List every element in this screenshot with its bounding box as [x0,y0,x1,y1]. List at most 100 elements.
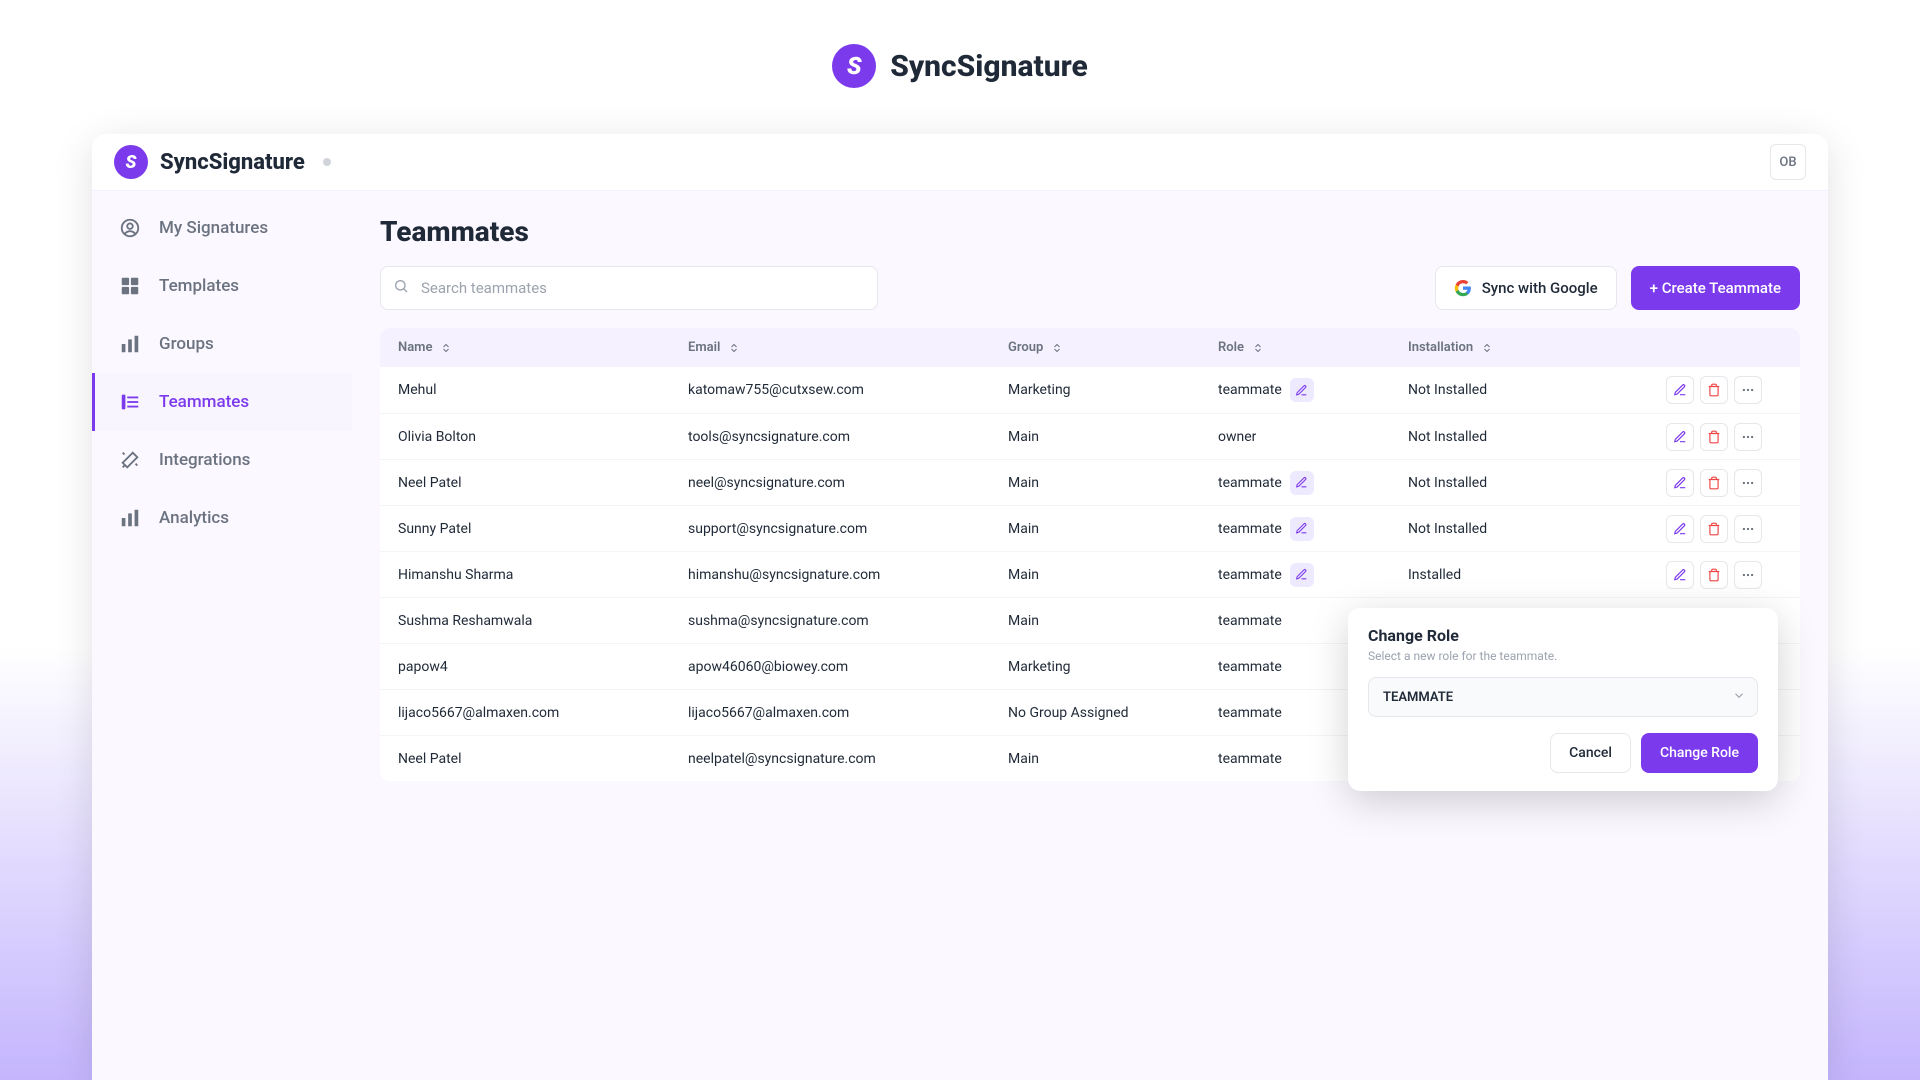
sort-icon [1481,342,1493,354]
column-header-email[interactable]: Email [670,340,990,355]
sidebar-item-integrations[interactable]: Integrations [92,431,352,489]
sync-google-button[interactable]: Sync with Google [1435,266,1617,310]
cell-group: Main [990,475,1200,491]
delete-button[interactable] [1700,469,1728,497]
delete-button[interactable] [1700,376,1728,404]
cell-actions [1610,423,1800,451]
delete-button[interactable] [1700,561,1728,589]
sidebar-item-label: Groups [159,334,214,354]
sync-google-label: Sync with Google [1482,279,1598,297]
cell-role: teammate [1200,563,1390,587]
sidebar-item-groups[interactable]: Groups [92,315,352,373]
cell-name: Himanshu Sharma [380,567,670,583]
cell-name: Neel Patel [380,475,670,491]
table-row: Mehulkatomaw755@cutxsew.comMarketingteam… [380,367,1800,413]
create-teammate-label: + Create Teammate [1650,279,1781,297]
google-icon [1454,279,1472,297]
list-icon [119,391,141,413]
page-title: Teammates [380,215,1800,248]
cell-email: lijaco5667@almaxen.com [670,705,990,721]
sidebar-item-label: Teammates [159,392,249,412]
sidebar-item-label: Templates [159,276,239,296]
sidebar-item-analytics[interactable]: Analytics [92,489,352,547]
edit-button[interactable] [1666,515,1694,543]
outer-brand-text: SyncSignature [890,49,1088,84]
edit-button[interactable] [1666,376,1694,404]
cell-email: neel@syncsignature.com [670,475,990,491]
app-window: S SyncSignature OB My Signatures Templat… [92,134,1828,1080]
popover-subtitle: Select a new role for the teammate. [1368,649,1758,663]
search-icon [393,278,409,298]
cell-role: teammate [1200,378,1390,402]
edit-role-button[interactable] [1290,471,1314,495]
cell-name: Neel Patel [380,751,670,767]
cell-role: owner [1200,429,1390,445]
sort-icon [728,342,740,354]
cell-actions [1610,469,1800,497]
more-button[interactable] [1734,515,1762,543]
cancel-button[interactable]: Cancel [1550,733,1631,773]
user-avatar[interactable]: OB [1770,144,1806,180]
cell-email: katomaw755@cutxsew.com [670,382,990,398]
edit-role-button[interactable] [1290,378,1314,402]
cell-email: himanshu@syncsignature.com [670,567,990,583]
search-input[interactable] [380,266,878,310]
column-header-group[interactable]: Group [990,340,1200,355]
cell-name: Sunny Patel [380,521,670,537]
cell-group: Main [990,567,1200,583]
more-button[interactable] [1734,423,1762,451]
cell-actions [1610,515,1800,543]
table-row: Neel Patelneel@syncsignature.comMainteam… [380,459,1800,505]
sort-icon [440,342,452,354]
delete-button[interactable] [1700,423,1728,451]
edit-button[interactable] [1666,469,1694,497]
cell-name: Sushma Reshamwala [380,613,670,629]
delete-button[interactable] [1700,515,1728,543]
cell-group: Main [990,751,1200,767]
cell-name: Mehul [380,382,670,398]
table-row: Sunny Patelsupport@syncsignature.comMain… [380,505,1800,551]
cell-installation: Installed [1390,567,1610,583]
app-brand-text: SyncSignature [160,150,305,175]
sidebar-item-my-signatures[interactable]: My Signatures [92,199,352,257]
cell-name: papow4 [380,659,670,675]
logo-icon: S [832,44,876,88]
titlebar: S SyncSignature OB [92,134,1828,191]
table-row: Himanshu Sharmahimanshu@syncsignature.co… [380,551,1800,597]
more-button[interactable] [1734,469,1762,497]
cell-email: neelpatel@syncsignature.com [670,751,990,767]
bar-chart-icon [119,507,141,529]
role-select[interactable]: TEAMMATE [1368,677,1758,717]
cell-group: Main [990,521,1200,537]
more-button[interactable] [1734,376,1762,404]
sidebar-item-teammates[interactable]: Teammates [92,373,352,431]
column-header-name[interactable]: Name [380,340,670,355]
table-header: Name Email Group Role [380,328,1800,367]
toolbar: Sync with Google + Create Teammate [380,266,1800,310]
confirm-change-role-button[interactable]: Change Role [1641,733,1758,773]
column-header-role[interactable]: Role [1200,340,1390,355]
grid-icon [119,275,141,297]
edit-button[interactable] [1666,423,1694,451]
create-teammate-button[interactable]: + Create Teammate [1631,266,1800,310]
bar-chart-icon [119,333,141,355]
cell-actions [1610,376,1800,404]
column-header-installation[interactable]: Installation [1390,340,1610,355]
sidebar: My Signatures Templates Groups Teammates [92,191,352,1080]
edit-role-button[interactable] [1290,563,1314,587]
cell-email: support@syncsignature.com [670,521,990,537]
magic-wand-icon [119,449,141,471]
teammates-table: Name Email Group Role [380,328,1800,781]
logo-icon: S [114,145,148,179]
cell-group: Marketing [990,659,1200,675]
cell-role: teammate [1200,471,1390,495]
sidebar-item-templates[interactable]: Templates [92,257,352,315]
cell-installation: Not Installed [1390,475,1610,491]
cell-group: Main [990,613,1200,629]
sidebar-item-label: Analytics [159,508,229,528]
sidebar-item-label: My Signatures [159,218,268,238]
edit-role-button[interactable] [1290,517,1314,541]
cell-installation: Not Installed [1390,429,1610,445]
edit-button[interactable] [1666,561,1694,589]
more-button[interactable] [1734,561,1762,589]
